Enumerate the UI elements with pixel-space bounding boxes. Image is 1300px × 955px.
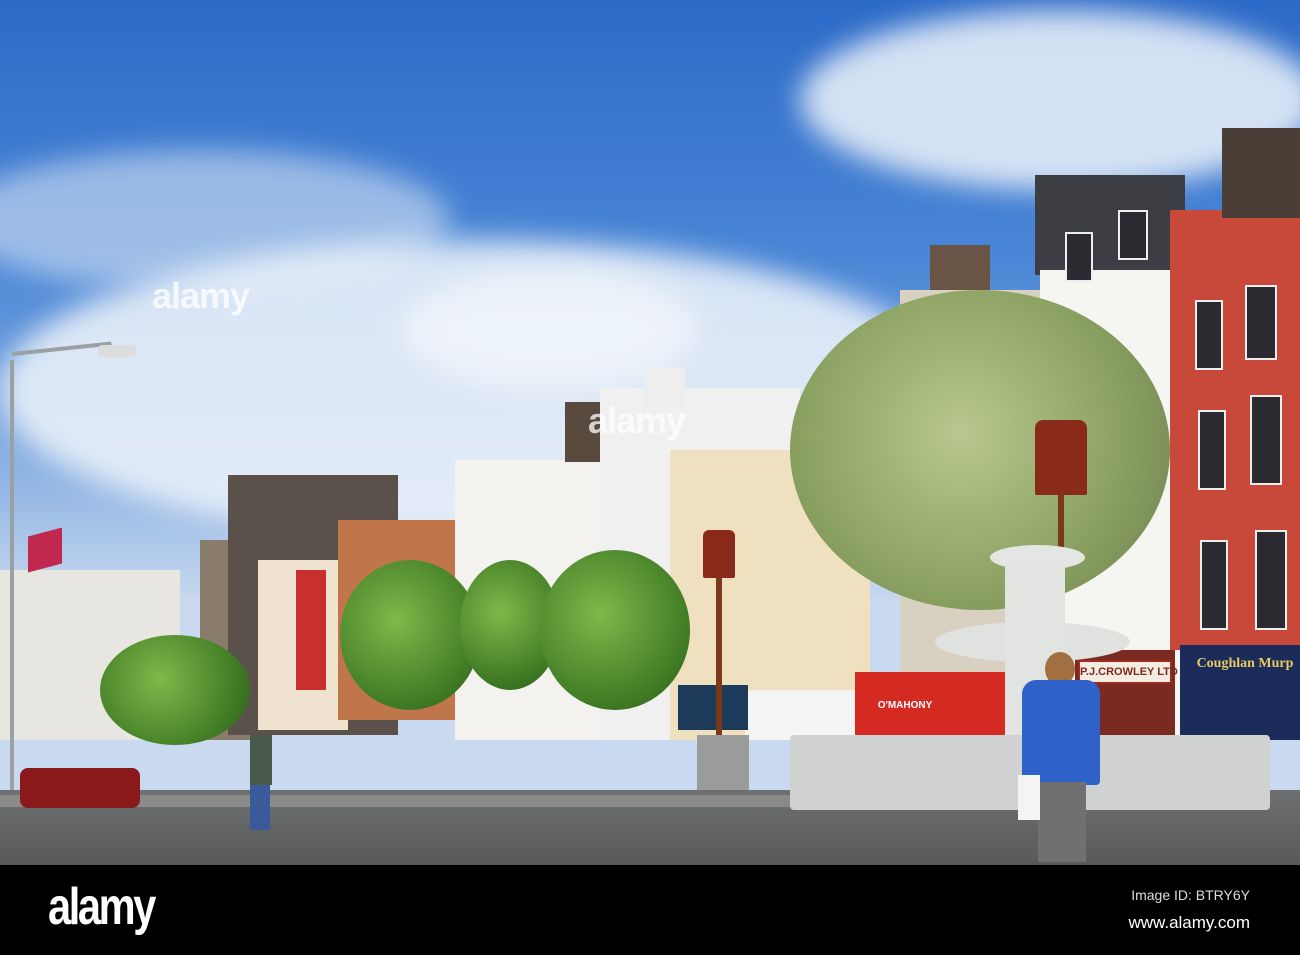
window bbox=[1250, 395, 1282, 485]
street-light-pole bbox=[10, 360, 14, 830]
tree bbox=[540, 550, 690, 710]
pedestrian-jeans bbox=[250, 785, 270, 830]
street-light-head bbox=[98, 345, 136, 357]
tree bbox=[340, 560, 480, 710]
pedestrian bbox=[250, 735, 272, 785]
shop-sign-blue bbox=[678, 685, 748, 730]
window bbox=[1118, 210, 1148, 260]
window bbox=[1200, 540, 1228, 630]
image-id: Image ID: BTRY6Y bbox=[1131, 887, 1250, 903]
person-blue-jacket bbox=[1022, 680, 1100, 785]
truck-sign-mahony: O'MAHONY bbox=[877, 700, 933, 711]
window bbox=[1065, 232, 1093, 282]
sign-crowley: P.J.CROWLEY LTD bbox=[1078, 660, 1178, 684]
tree bbox=[100, 635, 250, 745]
watermark-logo: alamy bbox=[152, 275, 250, 316]
alamy-url[interactable]: www.alamy.com bbox=[1128, 913, 1250, 933]
tree-large bbox=[790, 290, 1170, 610]
window bbox=[1195, 300, 1223, 370]
white-van bbox=[745, 690, 855, 740]
person-trousers bbox=[1038, 782, 1086, 862]
window bbox=[1255, 530, 1287, 630]
flag bbox=[28, 527, 62, 573]
shopping-bag bbox=[1018, 775, 1040, 820]
building-roof bbox=[1222, 128, 1300, 218]
building-red-front bbox=[296, 570, 326, 690]
street-photo: Coughlan Murp P.J.CROWLEY LTD O'MAHONY a… bbox=[0, 0, 1300, 865]
lamp-post bbox=[716, 575, 722, 735]
red-car bbox=[20, 768, 140, 808]
sign-coughlan: Coughlan Murp bbox=[1196, 656, 1294, 671]
window bbox=[1245, 285, 1277, 360]
window bbox=[1198, 410, 1226, 490]
alamy-logo: alamy bbox=[48, 878, 156, 936]
footer-bar: alamy Image ID: BTRY6Y www.alamy.com bbox=[0, 865, 1300, 955]
building-slate-roof bbox=[1035, 175, 1185, 275]
watermark-logo: alamy bbox=[588, 400, 686, 441]
lamp-lantern bbox=[1035, 420, 1087, 495]
lamp-lantern bbox=[703, 530, 735, 578]
